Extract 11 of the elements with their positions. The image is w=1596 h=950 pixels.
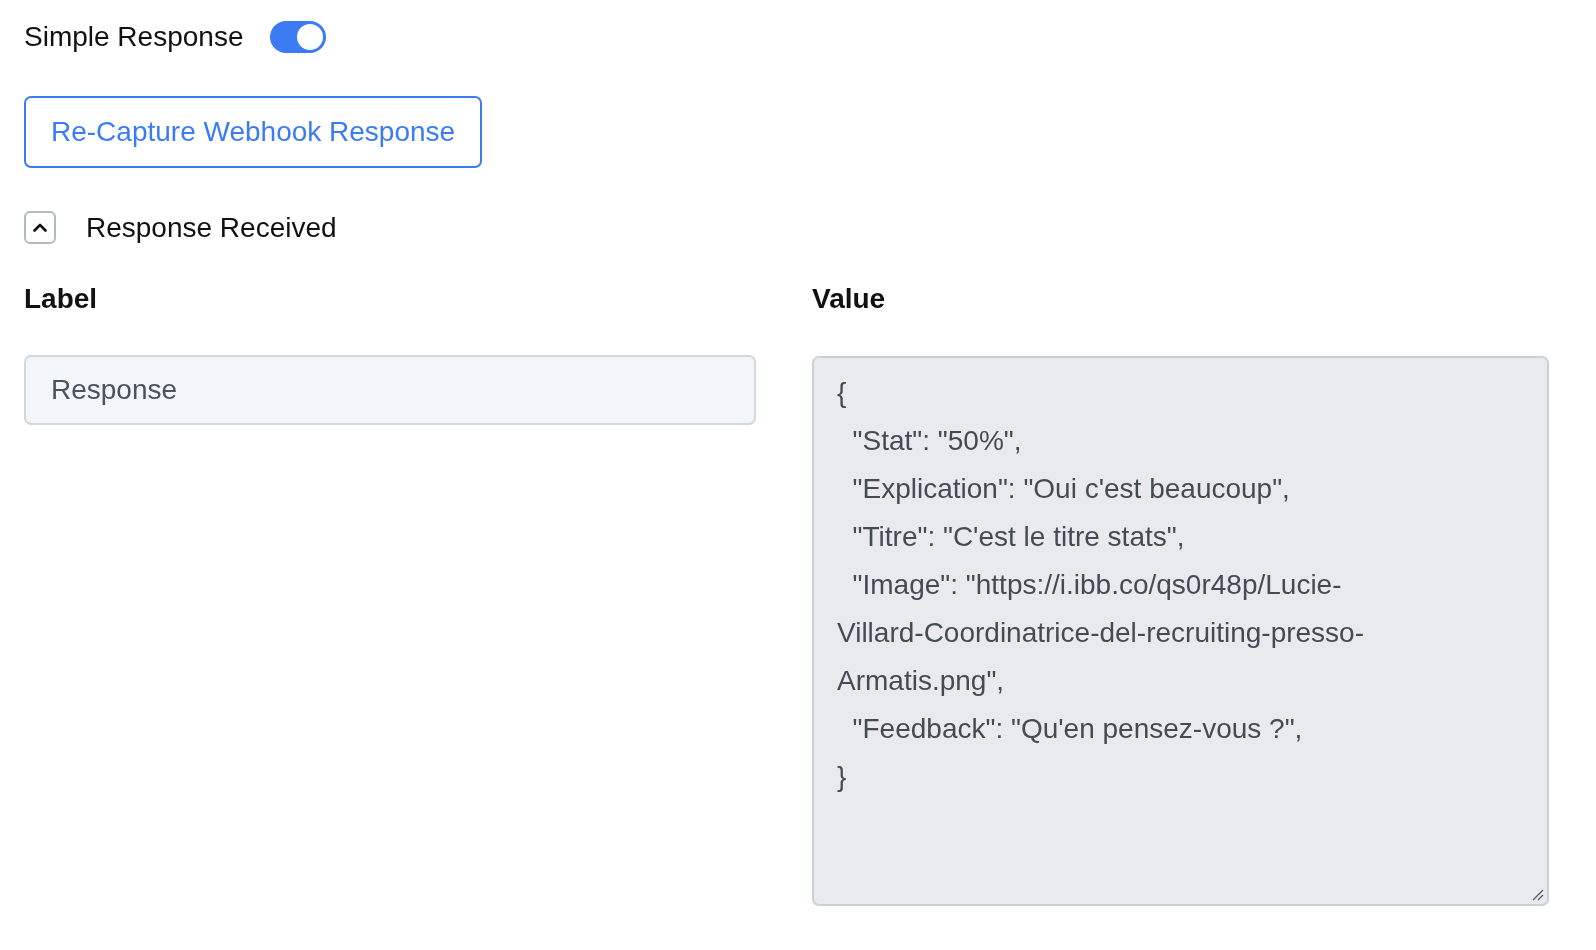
chevron-up-icon <box>33 223 47 232</box>
collapse-toggle-button[interactable] <box>24 211 56 244</box>
section-title: Response Received <box>86 210 337 245</box>
toggle-label: Simple Response <box>24 20 244 54</box>
recapture-webhook-button[interactable]: Re-Capture Webhook Response <box>24 96 483 168</box>
value-textarea[interactable]: { "Stat": "50%", "Explication": "Oui c'est beaucoup", "Titre": "C'est le titre stats", "Image": "https://i.ibb.co/qs0r48p/Lucie- Villard-Coordinatrice-del-recruiting-presso- Armatis.png", "Feedback": "Qu'en pensez-vous ?", } <box>812 356 1549 906</box>
resize-grip-icon[interactable] <box>1532 889 1544 901</box>
label-input[interactable]: Response <box>24 355 756 425</box>
value-heading: Value <box>812 282 887 316</box>
label-heading: Label <box>24 282 99 316</box>
toggle-switch[interactable] <box>270 21 327 53</box>
